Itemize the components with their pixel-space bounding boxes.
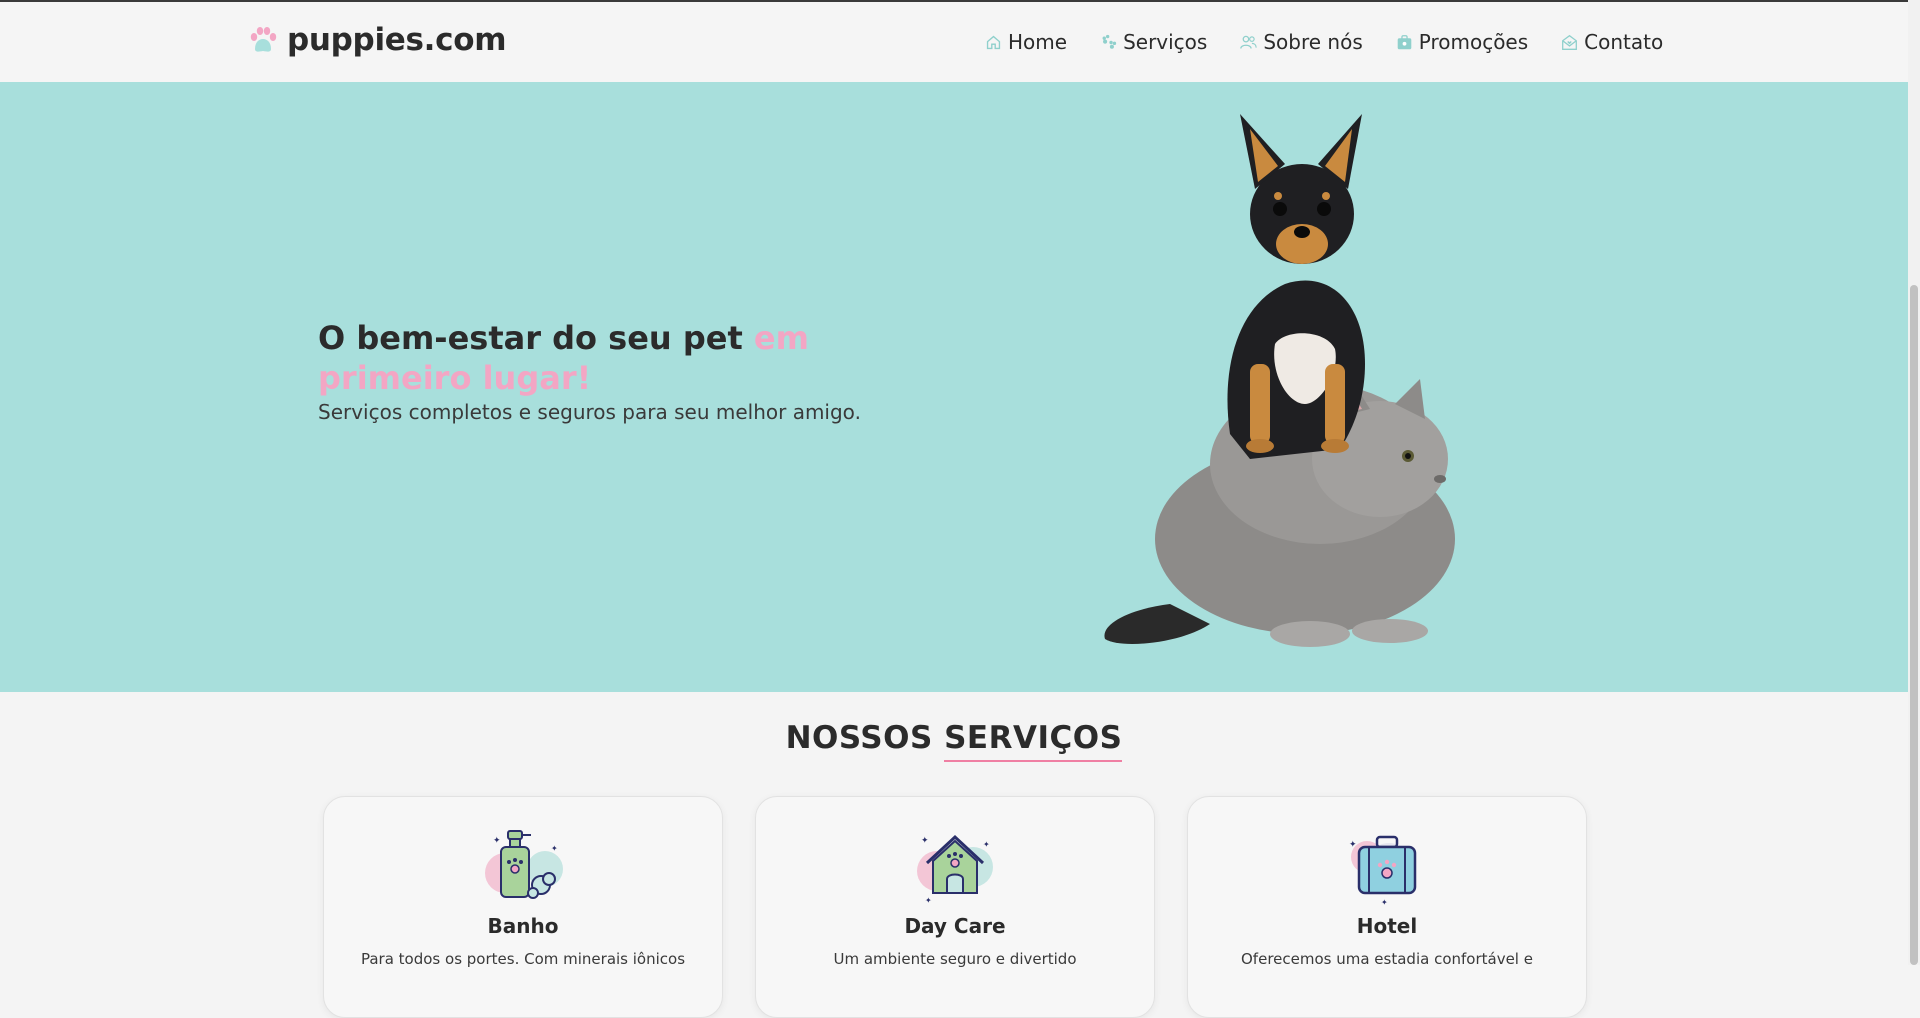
nav-sobre-nos-label: Sobre nós xyxy=(1263,30,1363,54)
service-card-day-care[interactable]: ✦ ✦ ✦ Day Care Um ambiente seguro e dive… xyxy=(755,796,1155,1018)
nav-home-label: Home xyxy=(1008,30,1068,54)
service-card-title: Banho xyxy=(487,914,559,938)
nav-servicos-label: Serviços xyxy=(1123,30,1208,54)
logo[interactable]: puppies.com xyxy=(249,22,507,58)
service-card-hotel[interactable]: ✦ ✦ Hotel Oferecemos uma estadia confort… xyxy=(1187,796,1587,1018)
svg-text:✦: ✦ xyxy=(493,836,501,846)
dog-and-cat-image xyxy=(1104,114,1455,647)
paws-icon xyxy=(1102,34,1117,49)
gift-icon xyxy=(1397,34,1412,49)
site-header: puppies.com Home Serviços Sobre nós Prom… xyxy=(0,2,1908,82)
nav-home[interactable]: Home xyxy=(985,30,1067,54)
svg-text:✦: ✦ xyxy=(1381,898,1388,905)
service-card-text: Para todos os portes. Com minerais iônic… xyxy=(360,950,686,968)
nav-promocoes[interactable]: Promoções xyxy=(1396,30,1528,54)
svg-text:✦: ✦ xyxy=(921,836,929,846)
svg-text:✦: ✦ xyxy=(1349,840,1357,850)
services-title-part1: NOSSOS xyxy=(785,720,945,756)
users-icon xyxy=(1240,35,1258,49)
nav-contato[interactable]: Contato xyxy=(1561,30,1663,54)
hero-subtitle: Serviços completos e seguros para seu me… xyxy=(318,400,861,424)
scrollbar-thumb[interactable] xyxy=(1910,285,1918,965)
service-card-banho[interactable]: ✦ ✦ Banho Para todos os portes. Com mine… xyxy=(323,796,723,1018)
service-card-text: Um ambiente seguro e divertido xyxy=(833,950,1077,968)
services-title: NOSSOS SERVIÇOS xyxy=(0,720,1908,756)
suitcase-icon: ✦ ✦ xyxy=(1349,835,1417,905)
mail-icon xyxy=(1562,34,1578,50)
nav-promocoes-label: Promoções xyxy=(1418,30,1529,54)
services-title-part2: SERVIÇOS xyxy=(944,720,1123,756)
hero-title: O bem-estar do seu pet em primeiro lugar… xyxy=(318,318,918,398)
svg-text:✦: ✦ xyxy=(983,840,990,849)
hero-section: O bem-estar do seu pet em primeiro lugar… xyxy=(0,82,1908,692)
home-icon xyxy=(986,35,1001,49)
logo-text: puppies.com xyxy=(287,22,507,58)
shampoo-icon: ✦ ✦ xyxy=(485,830,563,899)
service-card-title: Hotel xyxy=(1356,914,1418,938)
nav-contato-label: Contato xyxy=(1584,30,1664,54)
svg-text:✦: ✦ xyxy=(925,896,932,905)
main-nav: Home Serviços Sobre nós Promoções Contat… xyxy=(985,2,1908,82)
doghouse-icon: ✦ ✦ ✦ xyxy=(917,834,993,905)
service-card-title: Day Care xyxy=(904,914,1006,938)
paw-logo-icon xyxy=(250,27,277,52)
nav-servicos[interactable]: Serviços xyxy=(1100,30,1207,54)
service-card-text: Oferecemos uma estadia confortável e xyxy=(1241,950,1533,968)
svg-text:✦: ✦ xyxy=(551,844,558,853)
nav-sobre-nos[interactable]: Sobre nós xyxy=(1240,30,1363,54)
hero-title-main: O bem-estar do seu pet xyxy=(318,319,754,357)
